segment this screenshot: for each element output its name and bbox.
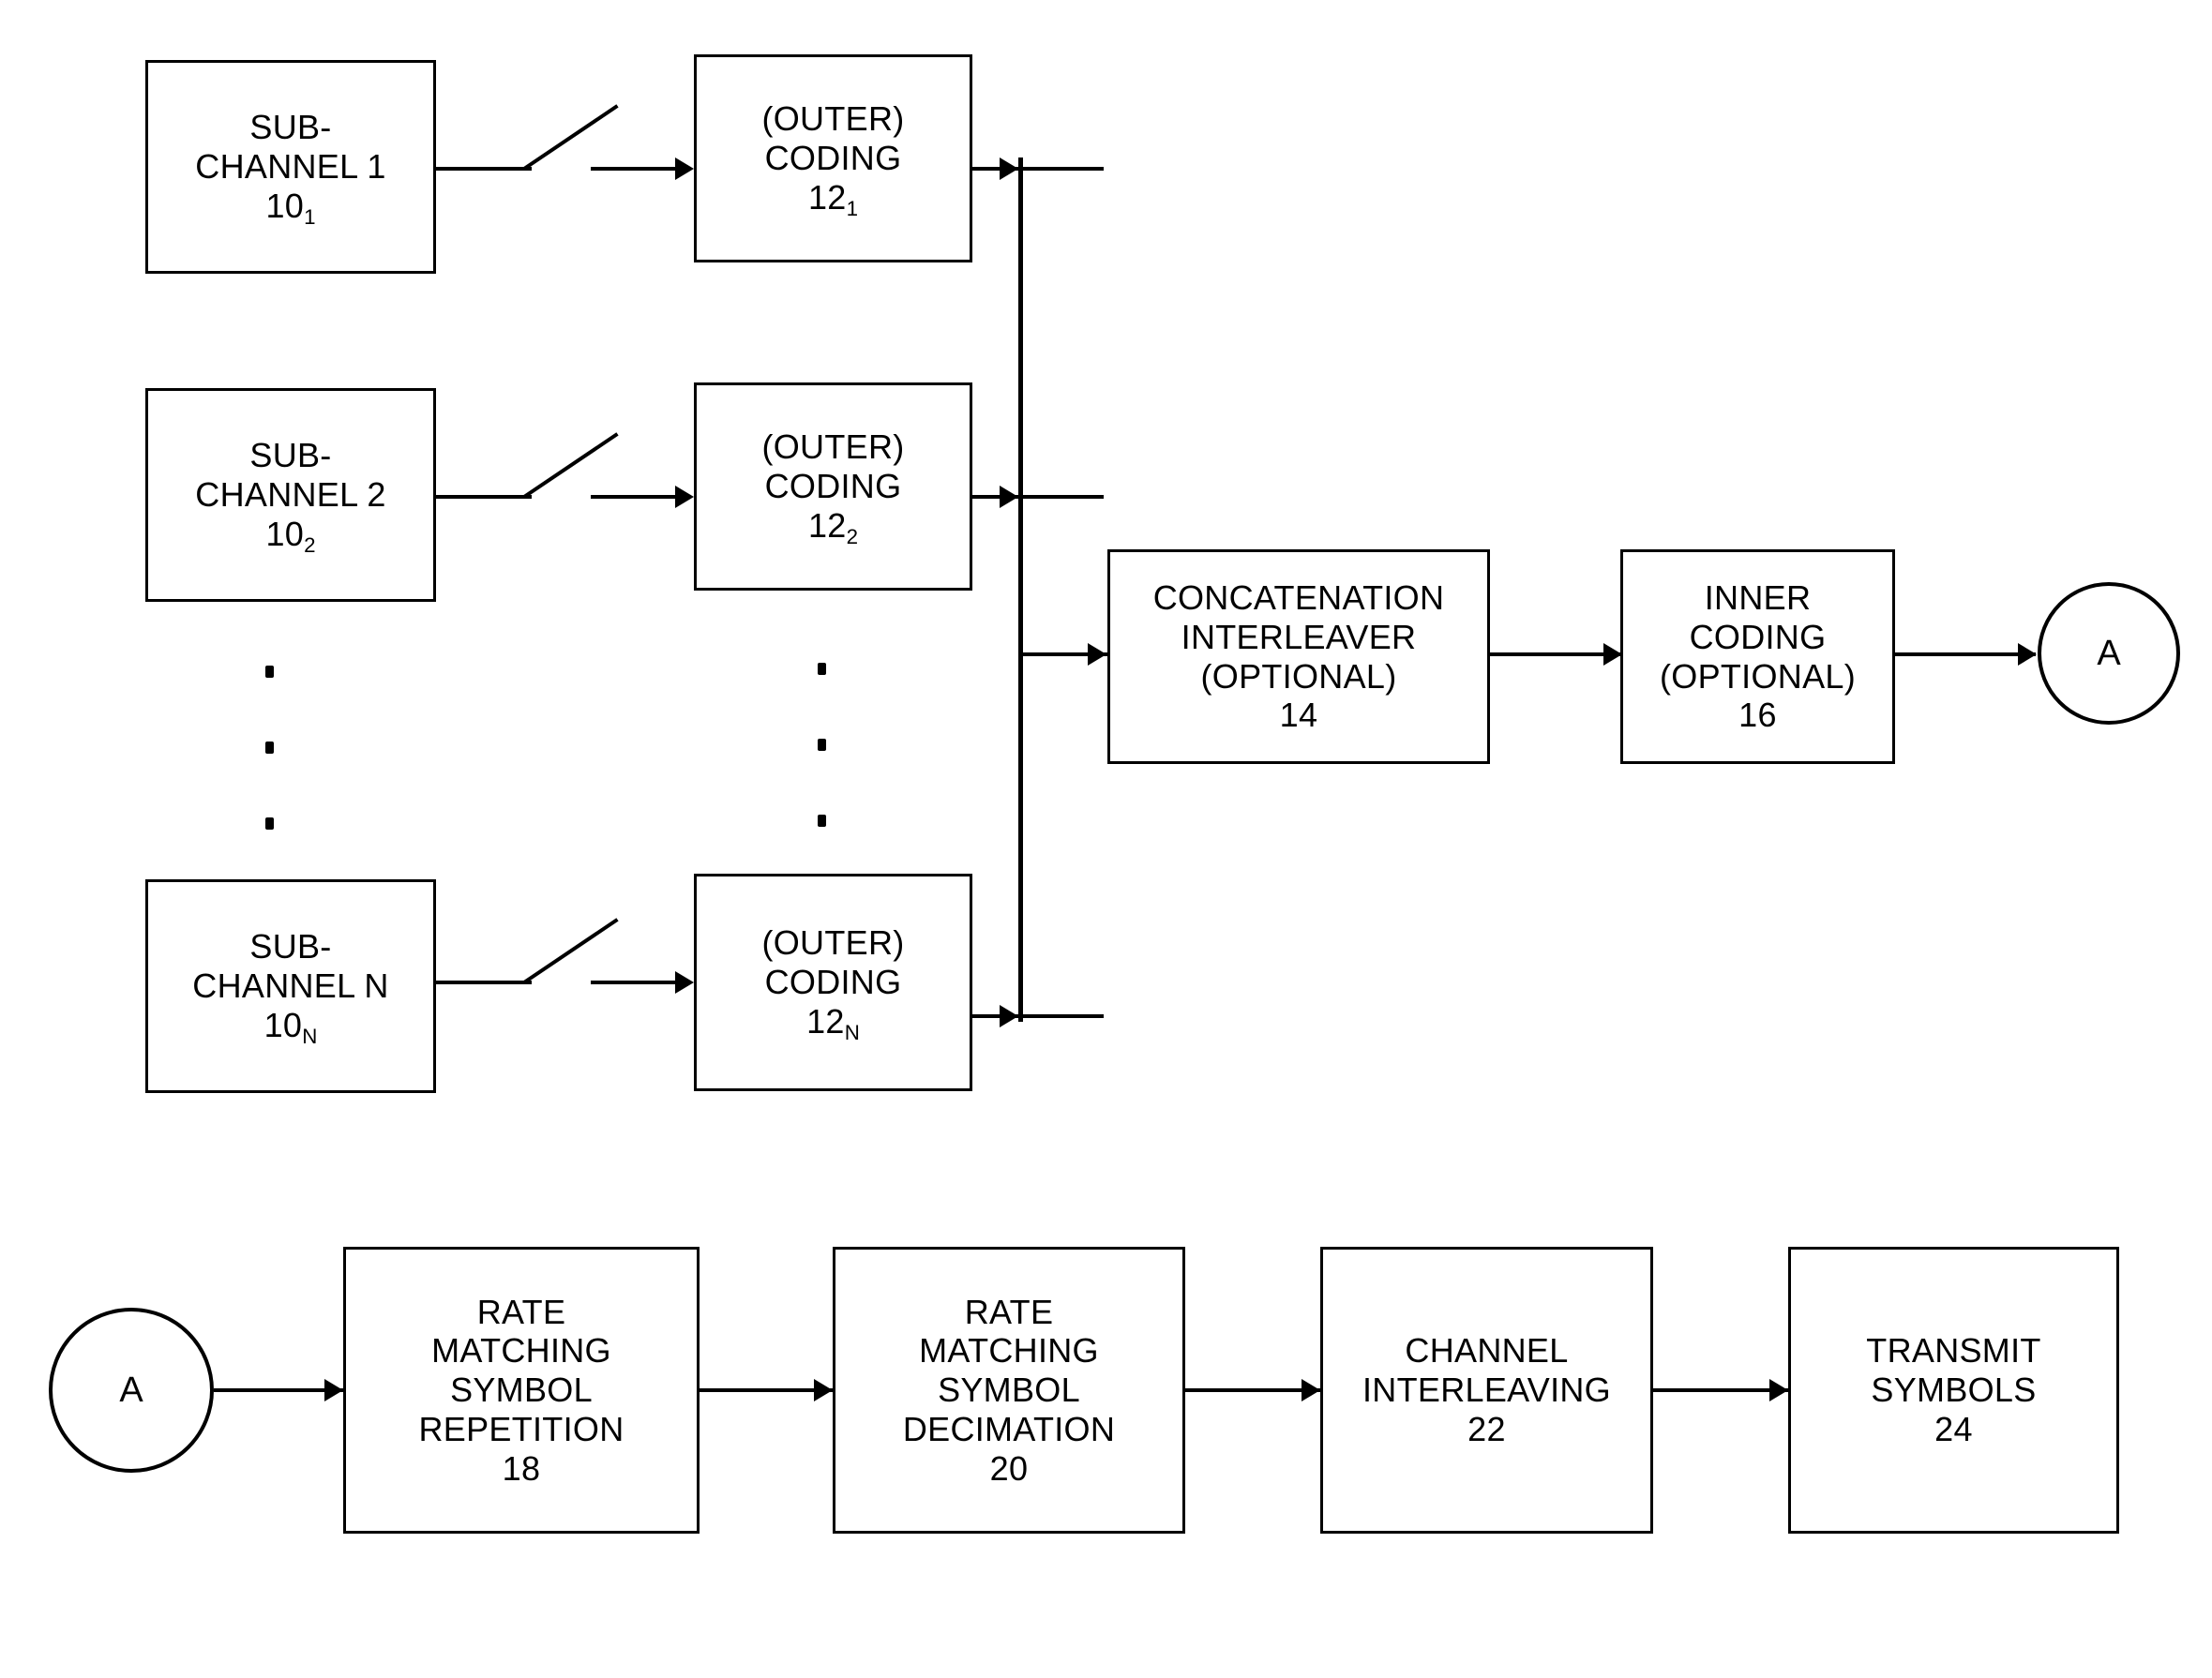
merge-bus-to-interleaver-arrowhead xyxy=(1088,643,1106,666)
outer-coding-n-out-arrowhead xyxy=(1000,1005,1018,1027)
outer-coding-n-line2: CODING xyxy=(764,963,902,1002)
inner-coding-box[interactable]: INNER CODING (OPTIONAL) 16 xyxy=(1620,549,1895,764)
switch-2-input-line xyxy=(436,495,532,499)
repetition-to-decimation-line xyxy=(700,1388,833,1392)
subchannel-1-ref: 101 xyxy=(265,186,316,230)
outer-coding-n-out-line xyxy=(972,1014,1104,1018)
transmit-symbols-box[interactable]: TRANSMIT SYMBOLS 24 xyxy=(1788,1247,2119,1534)
concatenation-interleaver-ref: 14 xyxy=(1279,696,1318,735)
outer-coding-1-line1: (OUTER) xyxy=(761,99,905,139)
subchannel-2-box[interactable]: SUB- CHANNEL 2 102 xyxy=(145,388,436,602)
transmit-symbols-line1: TRANSMIT xyxy=(1866,1331,2041,1371)
channel-interleaving-ref: 22 xyxy=(1467,1409,1506,1448)
rate-matching-repetition-line3: SYMBOL xyxy=(450,1371,593,1410)
outer-coding-1-out-arrowhead xyxy=(1000,157,1018,180)
outer-coding-n-box[interactable]: (OUTER) CODING 12N xyxy=(694,874,972,1091)
channel-interleaving-line1: CHANNEL xyxy=(1405,1331,1569,1371)
inner-coding-to-connector-a-line xyxy=(1895,652,2036,656)
outer-coding-1-line2: CODING xyxy=(764,139,902,178)
ellipsis-right-dot-3 xyxy=(818,815,826,827)
decimation-to-channel-interleaving-arrowhead xyxy=(1302,1379,1320,1401)
rate-matching-decimation-line2: MATCHING xyxy=(919,1331,1099,1371)
merge-bus-vertical xyxy=(1018,157,1023,1022)
rate-matching-decimation-box[interactable]: RATE MATCHING SYMBOL DECIMATION 20 xyxy=(833,1247,1185,1534)
connector-a-to-repetition-arrowhead xyxy=(324,1379,343,1401)
switch-1-arm[interactable] xyxy=(522,104,619,171)
subchannel-1-line1: SUB- xyxy=(249,108,332,147)
ellipsis-left-dot-1 xyxy=(265,666,274,678)
channel-interleaving-to-transmit-line xyxy=(1653,1388,1788,1392)
outer-coding-n-ref: 12N xyxy=(806,1001,860,1045)
switch-2-arrowhead xyxy=(675,486,694,508)
connector-a-out-label: A xyxy=(2097,633,2121,673)
concatenation-interleaver-box[interactable]: CONCATENATION INTERLEAVER (OPTIONAL) 14 xyxy=(1107,549,1490,764)
inner-coding-line2: CODING xyxy=(1689,617,1827,656)
connector-a-out[interactable]: A xyxy=(2038,582,2180,725)
subchannel-1-box[interactable]: SUB- CHANNEL 1 101 xyxy=(145,60,436,274)
channel-interleaving-line2: INTERLEAVING xyxy=(1362,1371,1611,1410)
channel-interleaving-to-transmit-arrowhead xyxy=(1769,1379,1788,1401)
switch-n-input-line xyxy=(436,981,532,984)
rate-matching-repetition-box[interactable]: RATE MATCHING SYMBOL REPETITION 18 xyxy=(343,1247,700,1534)
switch-1-output-line xyxy=(591,167,677,171)
ellipsis-left-dot-2 xyxy=(265,742,274,754)
ellipsis-right-dot-2 xyxy=(818,739,826,751)
subchannel-n-box[interactable]: SUB- CHANNEL N 10N xyxy=(145,879,436,1093)
repetition-to-decimation-arrowhead xyxy=(814,1379,833,1401)
switch-2-output-line xyxy=(591,495,677,499)
concatenation-interleaver-line1: CONCATENATION xyxy=(1152,578,1445,617)
outer-coding-2-ref: 122 xyxy=(807,505,859,549)
channel-interleaving-box[interactable]: CHANNEL INTERLEAVING 22 xyxy=(1320,1247,1653,1534)
switch-n-arrowhead xyxy=(675,971,694,994)
switch-1-input-line xyxy=(436,167,532,171)
outer-coding-2-line2: CODING xyxy=(764,467,902,506)
inner-coding-line3: (OPTIONAL) xyxy=(1659,656,1856,696)
subchannel-1-line2: CHANNEL 1 xyxy=(195,147,386,187)
outer-coding-2-out-line xyxy=(972,495,1104,499)
subchannel-n-line1: SUB- xyxy=(249,927,332,966)
transmit-symbols-ref: 24 xyxy=(1934,1409,1973,1448)
outer-coding-n-line1: (OUTER) xyxy=(761,923,905,963)
ellipsis-left-dot-3 xyxy=(265,817,274,830)
concatenation-interleaver-line2: INTERLEAVER xyxy=(1181,617,1417,656)
rate-matching-repetition-ref: 18 xyxy=(502,1448,541,1488)
switch-n-output-line xyxy=(591,981,677,984)
rate-matching-repetition-line4: REPETITION xyxy=(418,1409,624,1448)
ellipsis-right-dot-1 xyxy=(818,663,826,675)
transmit-symbols-line2: SYMBOLS xyxy=(1871,1371,2037,1410)
connector-a-in-label: A xyxy=(119,1370,143,1410)
inner-coding-to-connector-a-arrowhead xyxy=(2018,643,2037,666)
rate-matching-decimation-line3: SYMBOL xyxy=(938,1371,1080,1410)
outer-coding-2-box[interactable]: (OUTER) CODING 122 xyxy=(694,382,972,591)
switch-n-arm[interactable] xyxy=(522,918,619,984)
rate-matching-decimation-line4: DECIMATION xyxy=(902,1409,1116,1448)
connector-a-in[interactable]: A xyxy=(49,1308,214,1473)
subchannel-n-ref: 10N xyxy=(263,1005,318,1049)
rate-matching-decimation-line1: RATE xyxy=(964,1292,1054,1331)
rate-matching-decimation-ref: 20 xyxy=(989,1448,1029,1488)
switch-2-arm[interactable] xyxy=(522,432,619,499)
figure-canvas: SUB- CHANNEL 1 101 SUB- CHANNEL 2 102 SU… xyxy=(0,0,2212,1678)
outer-coding-2-out-arrowhead xyxy=(1000,486,1018,508)
switch-1-arrowhead xyxy=(675,157,694,180)
subchannel-2-ref: 102 xyxy=(265,514,316,558)
subchannel-2-line2: CHANNEL 2 xyxy=(195,475,386,515)
interleaver-to-inner-coding-line xyxy=(1490,652,1621,656)
outer-coding-1-box[interactable]: (OUTER) CODING 121 xyxy=(694,54,972,262)
rate-matching-repetition-line1: RATE xyxy=(476,1292,566,1331)
inner-coding-ref: 16 xyxy=(1738,696,1777,735)
subchannel-n-line2: CHANNEL N xyxy=(192,966,389,1006)
inner-coding-line1: INNER xyxy=(1704,578,1812,617)
concatenation-interleaver-line3: (OPTIONAL) xyxy=(1200,656,1397,696)
outer-coding-1-out-line xyxy=(972,167,1104,171)
interleaver-to-inner-coding-arrowhead xyxy=(1603,643,1622,666)
outer-coding-2-line1: (OUTER) xyxy=(761,427,905,467)
rate-matching-repetition-line2: MATCHING xyxy=(431,1331,611,1371)
outer-coding-1-ref: 121 xyxy=(807,177,859,221)
subchannel-2-line1: SUB- xyxy=(249,436,332,475)
decimation-to-channel-interleaving-line xyxy=(1185,1388,1320,1392)
